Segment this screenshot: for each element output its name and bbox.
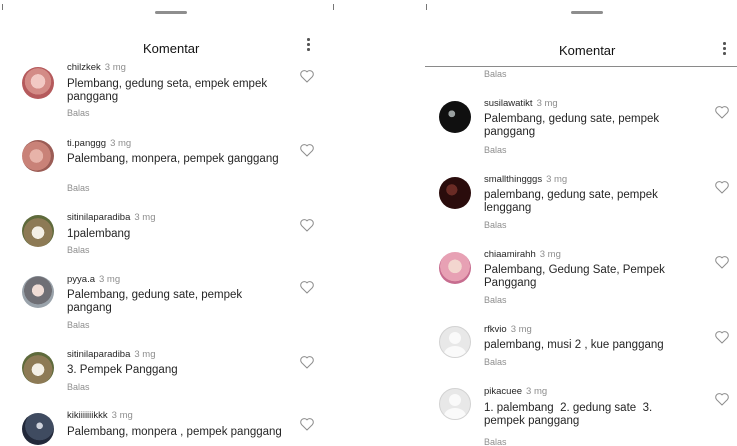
sheet-title: Komentar <box>143 41 200 56</box>
comment-time: 3 mg <box>539 249 561 260</box>
comment-text: Palembang, gedung sate, pempek panggang <box>484 113 660 138</box>
comment-text: Plembang, gedung seta, empek empek pangg… <box>67 78 268 103</box>
heart-icon[interactable] <box>299 417 315 431</box>
reply-button[interactable]: Balas <box>484 437 507 446</box>
comment-time: 3 mg <box>134 349 156 360</box>
comment-time: 3 mg <box>536 98 558 109</box>
heart-icon[interactable] <box>714 392 730 406</box>
default-avatar-icon[interactable] <box>439 326 471 358</box>
reply-button[interactable]: Balas <box>67 183 90 193</box>
heart-icon[interactable] <box>714 105 730 119</box>
comment-username[interactable]: smallthingggs 3 mg <box>484 174 567 185</box>
header-divider <box>425 66 737 67</box>
comment-text: palembang, gedung sate, pempek lenggang <box>484 189 658 214</box>
comment-time: 3 mg <box>111 410 133 421</box>
comment-time: 3 mg <box>526 386 548 397</box>
heart-icon[interactable] <box>714 330 730 344</box>
comment-username[interactable]: sitinilaparadiba 3 mg <box>67 212 156 223</box>
drag-handle[interactable] <box>155 11 187 14</box>
reply-button[interactable]: Balas <box>484 357 507 367</box>
comment-username[interactable]: susilawatikt 3 mg <box>484 98 558 109</box>
heart-icon[interactable] <box>299 69 315 83</box>
heart-icon[interactable] <box>299 218 315 232</box>
comment-username[interactable]: chiaamirahh 3 mg <box>484 249 561 260</box>
avatar[interactable] <box>439 177 471 209</box>
comment-text: Palembang, monpera , pempek panggang <box>67 426 282 438</box>
reply-button[interactable]: Balas <box>484 145 507 155</box>
heart-icon[interactable] <box>714 180 730 194</box>
comments-sheet-right: Komentar Balas susilawatikt 3 mg Palemban… <box>421 0 737 446</box>
comment-text: Palembang, monpera, pempek ganggang <box>67 153 279 165</box>
comment-time: 3 mg <box>546 174 568 185</box>
comment-username[interactable]: pyya.a 3 mg <box>67 274 120 285</box>
more-options-icon[interactable] <box>723 42 727 57</box>
avatar[interactable] <box>22 276 54 308</box>
comment-time: 3 mg <box>510 324 532 335</box>
avatar[interactable] <box>439 252 471 284</box>
comment-text: 1. palembang 2. gedung sate 3. pempek pa… <box>484 402 656 427</box>
comment-time: 3 mg <box>110 138 132 149</box>
heart-icon[interactable] <box>299 143 315 157</box>
comment-time: 3 mg <box>99 274 121 285</box>
avatar[interactable] <box>439 101 471 133</box>
screenshot-corner-mark <box>2 4 3 10</box>
avatar[interactable] <box>22 352 54 384</box>
default-avatar-icon[interactable] <box>439 388 471 420</box>
drag-handle[interactable] <box>571 11 603 14</box>
reply-button[interactable]: Balas <box>484 220 507 230</box>
reply-button[interactable]: Balas <box>67 245 90 255</box>
avatar[interactable] <box>22 413 54 445</box>
avatar[interactable] <box>22 215 54 247</box>
comment-text: palembang, musi 2 , kue panggang <box>484 339 664 351</box>
reply-button[interactable]: Balas <box>67 108 90 118</box>
heart-icon[interactable] <box>299 280 315 294</box>
screenshot-corner-mark <box>426 4 427 10</box>
comment-text: 1palembang <box>67 228 131 240</box>
comment-text: Palembang, Gedung Sate, Pempek Panggang <box>484 264 665 289</box>
comment-text: 3. Pempek Panggang <box>67 364 178 376</box>
comment-username[interactable]: kikiiiiiiikkk 3 mg <box>67 410 133 421</box>
screenshot-corner-mark <box>333 4 334 10</box>
avatar[interactable] <box>22 140 54 172</box>
comment-time: 3 mg <box>104 62 126 73</box>
comment-time: 3 mg <box>134 212 156 223</box>
comment-text: Palembang, gedung sate, pempek pangang <box>67 289 243 314</box>
reply-button[interactable]: Balas <box>484 69 507 79</box>
comment-username[interactable]: chilzkek 3 mg <box>67 62 126 73</box>
reply-button[interactable]: Balas <box>484 295 507 305</box>
avatar[interactable] <box>22 67 54 99</box>
heart-icon[interactable] <box>299 355 315 369</box>
more-options-icon[interactable] <box>307 38 311 53</box>
comment-username[interactable]: pikacuee 3 mg <box>484 386 547 397</box>
comment-username[interactable]: ti.panggg 3 mg <box>67 138 131 149</box>
comment-username[interactable]: rfkvio 3 mg <box>484 324 532 335</box>
sheet-title: Komentar <box>559 43 616 58</box>
reply-button[interactable]: Balas <box>67 382 90 392</box>
heart-icon[interactable] <box>714 255 730 269</box>
reply-button[interactable]: Balas <box>67 320 90 330</box>
comments-sheet-left: Komentar chilzkek 3 mg Plembang, gedung s… <box>0 0 337 446</box>
comment-username[interactable]: sitinilaparadiba 3 mg <box>67 349 156 360</box>
